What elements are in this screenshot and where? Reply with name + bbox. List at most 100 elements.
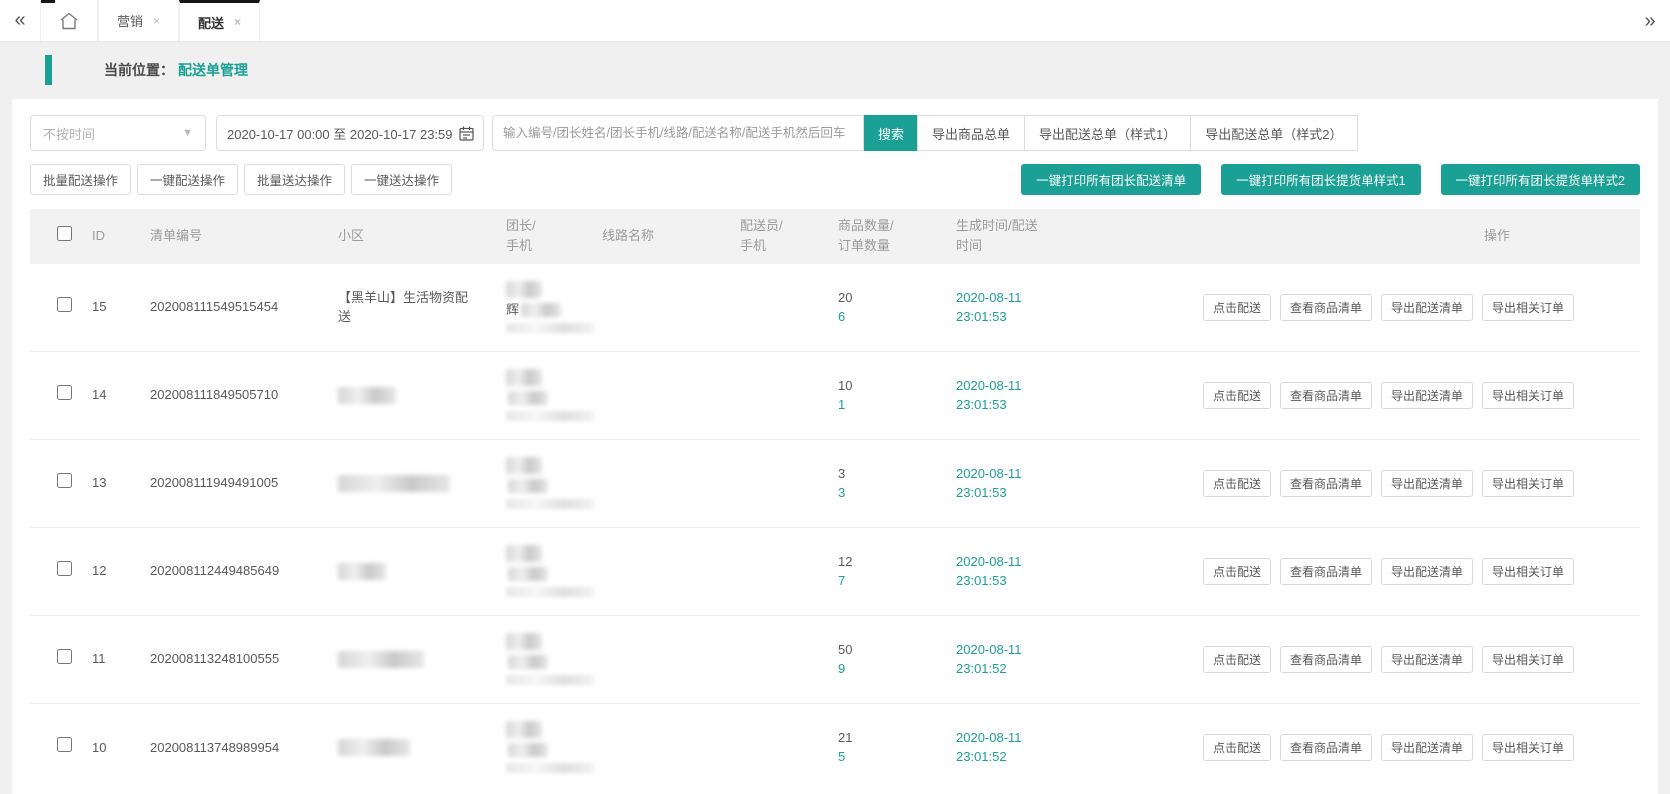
created-date: 2020-08-11 (956, 376, 1194, 396)
community-cell (338, 439, 506, 527)
export-button[interactable]: 导出配送总单（样式2） (1190, 115, 1357, 151)
time-filter-select[interactable]: 不按时间 ▼ (30, 115, 206, 151)
bulk-action-button[interactable]: 批量配送操作 (30, 164, 131, 195)
row-action-button[interactable]: 导出相关订单 (1482, 734, 1574, 761)
goods-quantity: 21 (838, 728, 956, 748)
redacted-leader-block (508, 567, 548, 581)
table-row: 10 202008113748989954 21 5 2020-08-11 23… (30, 703, 1640, 791)
quantity-cell: 21 5 (838, 703, 956, 791)
action-row: 批量配送操作一键配送操作批量送达操作一键送达操作 一键打印所有团长配送清单一键打… (30, 164, 1640, 195)
row-action-button[interactable]: 点击配送 (1203, 470, 1271, 497)
tabs-container: 营销×配送× (98, 0, 260, 41)
created-time: 23:01:52 (956, 747, 1194, 767)
row-id: 12 (92, 527, 150, 615)
print-action-button[interactable]: 一键打印所有团长提货单样式1 (1221, 164, 1420, 195)
leader-cell (506, 615, 602, 703)
print-action-button[interactable]: 一键打印所有团长提货单样式2 (1441, 164, 1640, 195)
row-action-button[interactable]: 查看商品清单 (1280, 558, 1372, 585)
tab-营销[interactable]: 营销× (98, 0, 179, 41)
redacted-leader-phone-block (506, 675, 594, 685)
row-id: 11 (92, 615, 150, 703)
breadcrumb-current-link[interactable]: 配送单管理 (178, 60, 248, 80)
created-time: 23:01:53 (956, 395, 1194, 415)
date-range-value: 2020-10-17 00:00 至 2020-10-17 23:59 (227, 124, 453, 143)
order-quantity: 6 (838, 307, 956, 327)
row-checkbox[interactable] (57, 561, 72, 576)
row-action-button[interactable]: 查看商品清单 (1280, 470, 1372, 497)
row-checkbox[interactable] (57, 737, 72, 752)
row-action-button[interactable]: 查看商品清单 (1280, 294, 1372, 321)
row-action-button[interactable]: 查看商品清单 (1280, 382, 1372, 409)
time-cell: 2020-08-11 23:01:53 (956, 439, 1194, 527)
row-action-button[interactable]: 点击配送 (1203, 646, 1271, 673)
redacted-leader-phone-block (506, 587, 594, 597)
bulk-action-button[interactable]: 一键配送操作 (137, 164, 238, 195)
bulk-action-group: 批量配送操作一键配送操作批量送达操作一键送达操作 (30, 164, 452, 195)
table-header: ID清单编号小区团长/ 手机线路名称配送员/ 手机商品数量/ 订单数量生成时间/… (30, 209, 1640, 263)
bulk-action-button[interactable]: 一键送达操作 (351, 164, 452, 195)
expand-tabs-right-icon[interactable]: » (1630, 0, 1670, 42)
leader-cell (506, 439, 602, 527)
redacted-community-block (338, 739, 410, 756)
export-button[interactable]: 导出配送总单（样式1） (1024, 115, 1191, 151)
redacted-leader-name-block (506, 545, 542, 562)
print-action-button[interactable]: 一键打印所有团长配送清单 (1021, 164, 1201, 195)
row-action-button[interactable]: 点击配送 (1203, 294, 1271, 321)
row-action-button[interactable]: 导出相关订单 (1482, 470, 1574, 497)
row-action-button[interactable]: 导出相关订单 (1482, 382, 1574, 409)
redacted-community-block (338, 563, 386, 580)
bulk-action-button[interactable]: 批量送达操作 (244, 164, 345, 195)
order-quantity: 9 (838, 659, 956, 679)
created-date: 2020-08-11 (956, 552, 1194, 572)
tab-配送[interactable]: 配送× (179, 0, 260, 41)
collapse-tabs-left-icon[interactable]: « (0, 0, 40, 41)
row-action-button[interactable]: 导出相关订单 (1482, 558, 1574, 585)
close-tab-icon[interactable]: × (153, 14, 160, 28)
row-action-button[interactable]: 查看商品清单 (1280, 734, 1372, 761)
select-all-checkbox[interactable] (57, 226, 72, 241)
row-action-button[interactable]: 导出配送清单 (1381, 646, 1473, 673)
goods-quantity: 3 (838, 464, 956, 484)
row-action-button[interactable]: 导出相关订单 (1482, 294, 1574, 321)
created-date: 2020-08-11 (956, 288, 1194, 308)
route-cell (602, 703, 740, 791)
row-action-button[interactable]: 点击配送 (1203, 558, 1271, 585)
row-checkbox[interactable] (57, 385, 72, 400)
row-action-button[interactable]: 导出相关订单 (1482, 646, 1574, 673)
table-body: 15 202008111549515454 【黑羊山】生活物资配送 辉 20 6… (30, 263, 1640, 791)
export-button[interactable]: 导出商品总单 (917, 115, 1025, 151)
goods-quantity: 10 (838, 376, 956, 396)
date-range-picker[interactable]: 2020-10-17 00:00 至 2020-10-17 23:59 (216, 115, 484, 151)
route-cell (602, 527, 740, 615)
leader-cell (506, 527, 602, 615)
created-time: 23:01:52 (956, 659, 1194, 679)
redacted-leader-phone-block (506, 411, 594, 421)
row-action-button[interactable]: 导出配送清单 (1381, 294, 1473, 321)
tab-home[interactable] (40, 0, 98, 41)
row-actions: 点击配送查看商品清单导出配送清单导出相关订单 (1194, 439, 1640, 527)
redacted-leader-block (508, 743, 548, 757)
row-action-button[interactable]: 点击配送 (1203, 734, 1271, 761)
redacted-leader-phone-block (506, 763, 594, 773)
table-row: 11 202008113248100555 50 9 2020-08-11 23… (30, 615, 1640, 703)
search-input[interactable] (493, 116, 863, 150)
row-id: 13 (92, 439, 150, 527)
row-checkbox[interactable] (57, 649, 72, 664)
redacted-leader-name-block (506, 369, 542, 386)
export-button-group: 导出商品总单导出配送总单（样式1）导出配送总单（样式2） (918, 115, 1357, 151)
close-tab-icon[interactable]: × (234, 15, 241, 29)
row-action-button[interactable]: 点击配送 (1203, 382, 1271, 409)
quantity-cell: 3 3 (838, 439, 956, 527)
row-action-button[interactable]: 导出配送清单 (1381, 734, 1473, 761)
quantity-cell: 50 9 (838, 615, 956, 703)
search-button[interactable]: 搜索 (864, 115, 918, 151)
row-action-button[interactable]: 导出配送清单 (1381, 558, 1473, 585)
row-action-button[interactable]: 导出配送清单 (1381, 382, 1473, 409)
row-checkbox[interactable] (57, 473, 72, 488)
row-checkbox[interactable] (57, 297, 72, 312)
row-action-button[interactable]: 导出配送清单 (1381, 470, 1473, 497)
goods-quantity: 12 (838, 552, 956, 572)
row-action-button[interactable]: 查看商品清单 (1280, 646, 1372, 673)
created-date: 2020-08-11 (956, 640, 1194, 660)
redacted-leader-name-block (506, 633, 542, 650)
